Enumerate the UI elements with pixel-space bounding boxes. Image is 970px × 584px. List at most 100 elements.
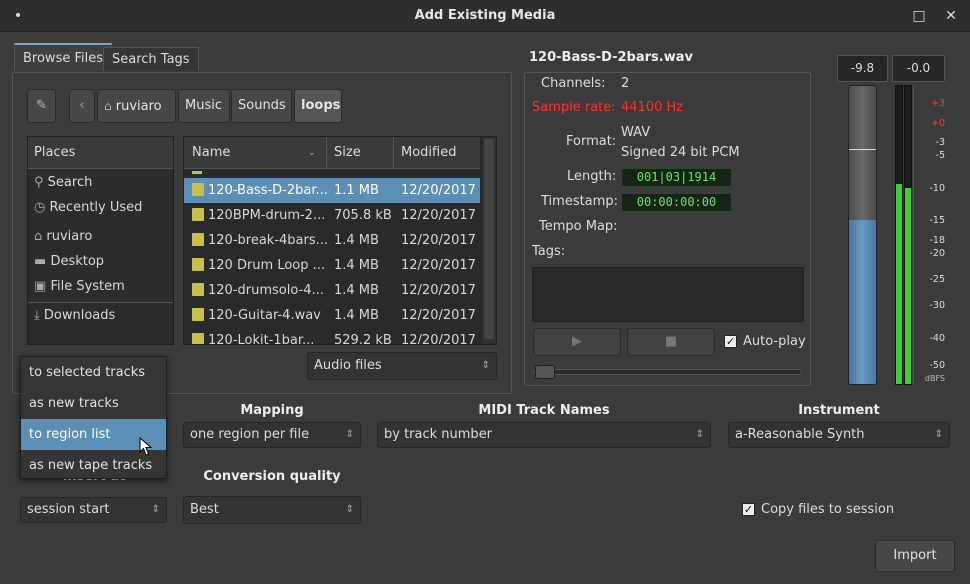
breadcrumb-sounds[interactable]: Sounds	[231, 89, 292, 123]
places-item-search[interactable]: ⚲ Search	[34, 175, 92, 190]
play-button[interactable]: ▶	[533, 328, 621, 356]
length-clock[interactable]: 001|03|1914	[621, 168, 732, 187]
conversion-quality-select[interactable]: Best ⇕	[183, 496, 361, 524]
mapping-select[interactable]: one region per file ⇕	[183, 422, 361, 448]
column-name[interactable]: Name	[192, 137, 230, 169]
scale-label: -30	[929, 300, 945, 311]
places-label: File System	[50, 279, 125, 294]
copy-files-checkbox[interactable]: ✓	[742, 503, 755, 516]
places-item-desktop[interactable]: ▬ Desktop	[34, 254, 104, 269]
file-modified-cell: 12/20/2017	[401, 333, 476, 345]
scale-label: +0	[930, 118, 945, 129]
instrument-label: Instrument	[798, 403, 880, 418]
audio-file-icon	[192, 283, 204, 296]
menu-item-new-tracks[interactable]: as new tracks	[21, 388, 166, 419]
table-row[interactable]: 120BPM-drum-2... 705.8 kB 12/20/2017	[184, 203, 480, 228]
table-row[interactable]: 120-Guitar-4.wav 1.4 MB 12/20/2017	[184, 303, 480, 328]
column-divider	[393, 137, 394, 169]
samplerate-value: 44100 Hz	[621, 100, 684, 115]
places-item-home[interactable]: ⌂ ruviaro	[34, 229, 92, 244]
tab-browse-files[interactable]: Browse Files	[14, 43, 112, 71]
audio-file-icon	[192, 183, 204, 196]
timestamp-clock[interactable]: 00:00:00:00	[621, 193, 732, 212]
maximize-icon[interactable]: □	[909, 6, 929, 26]
insert-at-menu: to selected tracks as new tracks to regi…	[20, 356, 167, 479]
file-name-cell: 120-Guitar-4.wav	[192, 303, 321, 328]
places-item-downloads[interactable]: ⤓ Downloads	[34, 308, 115, 323]
sort-down-icon: ⌄	[308, 148, 316, 158]
menu-item-selected-tracks[interactable]: to selected tracks	[21, 357, 166, 388]
table-row[interactable]: 120-drumsolo-4... 1.4 MB 12/20/2017	[184, 278, 480, 303]
download-icon: ⤓	[34, 308, 40, 323]
table-row[interactable]: 120-Bass-D-2bar... 1.1 MB 12/20/2017	[184, 178, 480, 203]
channels-label: Channels:	[541, 76, 606, 91]
places-label: ruviaro	[46, 229, 93, 244]
mapping-value: one region per file	[190, 427, 310, 442]
midi-track-names-select[interactable]: by track number ⇕	[377, 422, 711, 448]
file-modified-cell: 12/20/2017	[401, 183, 476, 198]
search-icon: ⚲	[34, 175, 44, 190]
places-item-filesystem[interactable]: ▣ File System	[34, 279, 125, 294]
places-label: Downloads	[43, 308, 116, 323]
tags-textarea[interactable]	[532, 267, 804, 322]
peak-right-display[interactable]: -0.0	[892, 55, 945, 82]
breadcrumb-music[interactable]: Music	[178, 89, 230, 123]
midi-track-names-label: MIDI Track Names	[478, 403, 610, 418]
close-icon[interactable]: ✕	[941, 6, 961, 26]
file-size-cell: 1.1 MB	[334, 183, 379, 198]
updown-arrow-icon: ⇕	[934, 429, 943, 440]
autoplay-checkbox[interactable]: ✓	[724, 335, 737, 348]
scale-label: -10	[929, 183, 945, 194]
autoplay-label: Auto-play	[743, 334, 806, 349]
tab-search-tags[interactable]: Search Tags	[103, 47, 199, 71]
scale-label: -15	[929, 215, 945, 226]
scale-label: -40	[929, 333, 945, 344]
audio-file-icon	[192, 258, 204, 271]
column-size[interactable]: Size	[334, 137, 361, 169]
table-row[interactable]: 120-break-4bars... 1.4 MB 12/20/2017	[184, 228, 480, 253]
meter-right-level	[905, 188, 911, 384]
format-value-2: Signed 24 bit PCM	[621, 145, 740, 160]
instrument-select[interactable]: a-Reasonable Synth ⇕	[728, 422, 950, 448]
places-label: Search	[47, 175, 93, 190]
breadcrumb-home[interactable]: ⌂ ruviaro	[97, 89, 176, 123]
gain-fader[interactable]	[848, 85, 877, 385]
peak-left-display[interactable]: -9.8	[837, 55, 888, 82]
play-icon: ▶	[572, 334, 582, 349]
import-button[interactable]: Import	[875, 540, 955, 572]
edit-location-button[interactable]: ✎	[27, 89, 56, 123]
channels-value: 2	[621, 76, 630, 91]
format-label: Format:	[566, 134, 617, 149]
places-item-recent[interactable]: ◷ Recently Used	[34, 200, 142, 215]
file-type-filter[interactable]: Audio files ⇕	[307, 352, 497, 380]
conversion-quality-value: Best	[190, 502, 219, 517]
file-size-cell: 1.4 MB	[334, 233, 379, 248]
stop-button[interactable]: ■	[627, 328, 715, 356]
places-header: Places	[28, 137, 173, 169]
home-icon: ⌂	[34, 229, 43, 244]
seek-slider-handle[interactable]	[535, 365, 555, 379]
meter-right	[904, 85, 912, 385]
instrument-value: a-Reasonable Synth	[735, 427, 865, 442]
scale-label: -20	[929, 248, 945, 259]
path-back-button[interactable]: ‹	[69, 89, 95, 123]
scrollbar-thumb[interactable]	[484, 139, 494, 339]
gain-fader-fill	[849, 220, 876, 384]
table-row[interactable]: 120-Lokit-1bar... 529.2 kB 12/20/2017	[184, 328, 480, 345]
copy-files-label: Copy files to session	[761, 502, 895, 517]
tags-label: Tags:	[532, 244, 566, 259]
unity-marker	[849, 149, 876, 150]
chevron-left-icon: ‹	[79, 98, 85, 113]
file-name-cell: 120-drumsolo-4...	[192, 278, 324, 303]
breadcrumb-loops[interactable]: loops	[294, 89, 342, 123]
scale-label: -50	[929, 360, 945, 371]
file-name-cell: 120-break-4bars...	[192, 228, 328, 253]
file-list-scrollbar[interactable]	[481, 137, 496, 344]
column-modified[interactable]: Modified	[401, 137, 456, 169]
seek-slider-track[interactable]	[534, 369, 802, 375]
window-menu-icon[interactable]: •	[8, 6, 28, 26]
insert-at-select[interactable]: session start ⇕	[20, 497, 167, 523]
title-bar: Add Existing Media • □ ✕	[0, 0, 970, 32]
length-label: Length:	[567, 169, 617, 184]
table-row[interactable]: 120 Drum Loop ... 1.4 MB 12/20/2017	[184, 253, 480, 278]
